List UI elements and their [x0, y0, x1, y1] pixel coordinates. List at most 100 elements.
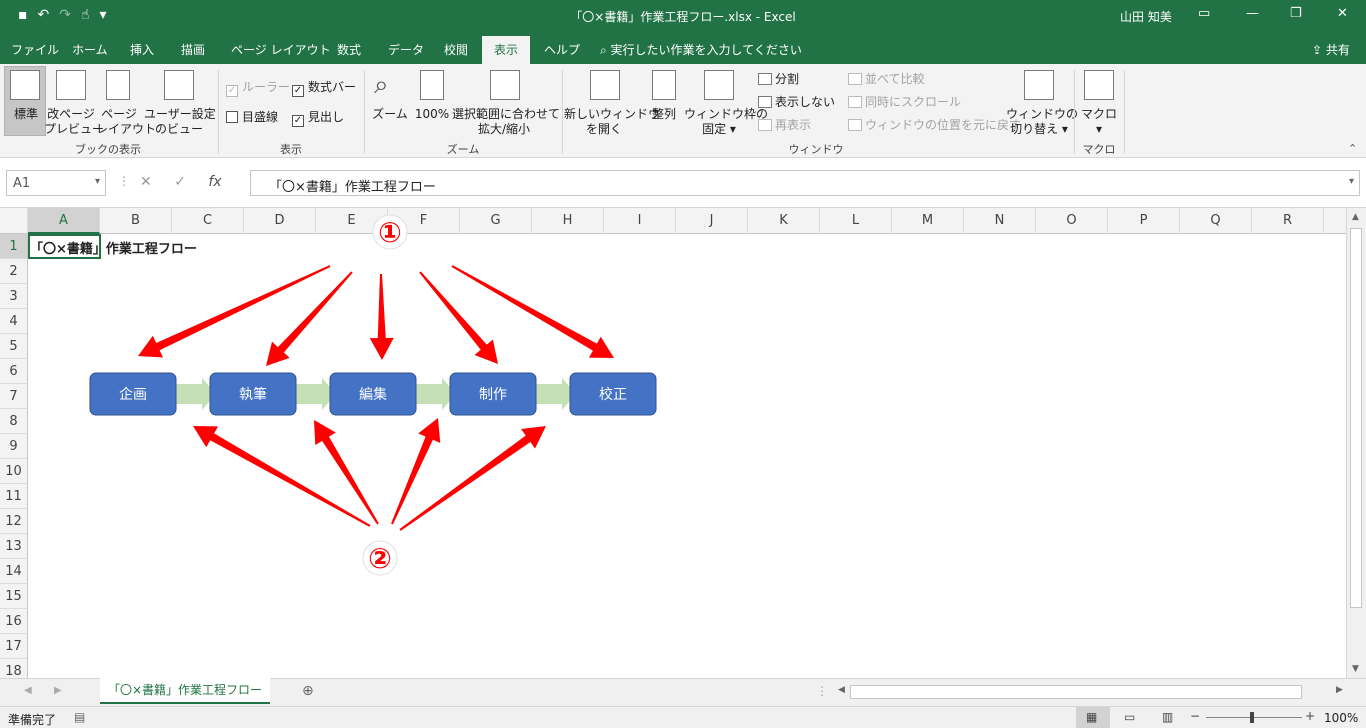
chevron-down-icon[interactable]: ▾: [95, 176, 100, 187]
unhide-window-icon: [758, 119, 772, 131]
flow-step-label: 企画: [119, 386, 147, 403]
user-name[interactable]: 山田 知美: [1120, 8, 1172, 25]
flow-connector-arrow[interactable]: [530, 378, 576, 410]
page-layout-button[interactable]: ページ レイアウト: [96, 107, 156, 137]
share-button[interactable]: ⇪ 共有: [1312, 41, 1350, 58]
flow-step-box[interactable]: 制作: [449, 372, 537, 416]
page-layout-icon: [106, 70, 130, 100]
new-window-button[interactable]: 新しいウィンドウ を開く: [564, 107, 660, 137]
freeze-panes-button[interactable]: ウィンドウ枠の 固定 ▾: [684, 107, 768, 137]
new-window-icon: [590, 70, 620, 100]
reset-window-position-button[interactable]: ウィンドウの位置を元に戻す: [848, 118, 1021, 133]
add-sheet-icon[interactable]: ⊕: [302, 683, 314, 699]
formula-input[interactable]: 「〇×書籍」作業工程フロー: [250, 170, 1360, 196]
ribbon-view: 標準 改ページ プレビュー ページ レイアウト ユーザー設定 のビュー ブックの…: [0, 64, 1366, 158]
hide-button[interactable]: 表示しない: [758, 95, 835, 110]
scroll-down-icon[interactable]: ▼: [1352, 664, 1359, 674]
maximize-icon[interactable]: ❐: [1290, 6, 1302, 21]
reset-position-icon: [848, 119, 862, 131]
switch-windows-icon: [1024, 70, 1054, 100]
page-layout-view-icon[interactable]: ▭: [1124, 710, 1135, 724]
cancel-icon[interactable]: ✕: [140, 174, 152, 190]
minimize-icon[interactable]: —: [1246, 6, 1259, 21]
close-icon[interactable]: ✕: [1337, 6, 1348, 21]
search-icon: ⌕: [600, 43, 611, 57]
unhide-button[interactable]: 再表示: [758, 118, 811, 133]
flow-connector-arrow[interactable]: [290, 378, 336, 410]
zoom-percentage[interactable]: 100%: [1324, 711, 1358, 725]
flow-step-label: 執筆: [239, 387, 267, 403]
tab-home[interactable]: ホーム: [72, 41, 108, 58]
number-callout: ②: [362, 540, 398, 576]
expand-formula-bar-icon[interactable]: ▾: [1349, 176, 1354, 187]
enter-icon[interactable]: ✓: [174, 174, 186, 190]
worksheet-grid[interactable]: ABCDEFGHIJKLMNOPQR 1 2 3 4 5 6 7 8 9 10 11 12 13 14 15…: [0, 208, 1346, 678]
ribbon-display-options-icon[interactable]: ▭: [1198, 6, 1210, 21]
ruler-checkbox[interactable]: ✓ ルーラー: [226, 80, 290, 97]
tab-insert[interactable]: 挿入: [130, 41, 154, 58]
flow-diagram: 企画 執筆 編集 制作 校正 ① ②: [89, 214, 657, 576]
zoom-100-icon: [420, 70, 444, 100]
zoom-to-selection-icon: [490, 70, 520, 100]
scroll-right-icon[interactable]: ▶: [1336, 685, 1343, 695]
flow-step-box[interactable]: 編集: [329, 372, 417, 416]
page-break-view-icon[interactable]: ▥: [1162, 710, 1173, 724]
name-box[interactable]: A1 ▾: [6, 170, 106, 196]
vertical-scrollbar[interactable]: ▲ ▼: [1346, 208, 1366, 678]
zoom-slider-thumb[interactable]: [1250, 712, 1254, 723]
group-zoom: ズーム: [446, 143, 480, 156]
flow-step-box[interactable]: 企画: [89, 372, 177, 416]
tab-page-layout[interactable]: ページ レイアウト: [231, 41, 331, 58]
page-break-preview-button[interactable]: 改ページ プレビュー: [44, 107, 104, 137]
scroll-thumb[interactable]: [1350, 228, 1362, 608]
annotation-arrow: [193, 426, 371, 527]
tab-review[interactable]: 校閲: [444, 41, 468, 58]
zoom-slider-track[interactable]: [1206, 717, 1302, 718]
horizontal-scroll-thumb[interactable]: [850, 685, 1302, 699]
group-show: 表示: [280, 143, 302, 156]
scroll-up-icon[interactable]: ▲: [1352, 212, 1359, 222]
separator: [562, 70, 563, 154]
arrange-all-button[interactable]: 整列: [644, 107, 684, 122]
flow-connector-arrow[interactable]: [170, 378, 216, 410]
gridlines-checkbox[interactable]: 目盛線: [226, 110, 278, 125]
flow-step-box[interactable]: 執筆: [209, 372, 297, 416]
next-sheet-icon[interactable]: ▶: [54, 685, 62, 696]
collapse-ribbon-icon[interactable]: ⌃: [1348, 142, 1357, 155]
annotation-arrow: [369, 273, 394, 360]
annotation-arrow: [314, 420, 379, 525]
custom-views-icon: [164, 70, 194, 100]
macros-button[interactable]: マクロ ▾: [1076, 107, 1122, 137]
ribbon-tabs: ファイル ホーム 挿入 描画 ページ レイアウト 数式 データ 校閲 表示 ヘル…: [0, 32, 1366, 64]
tab-data[interactable]: データ: [388, 41, 424, 58]
tab-formulas[interactable]: 数式: [337, 41, 361, 58]
split-button[interactable]: 分割: [758, 72, 799, 87]
view-side-by-side-button[interactable]: 並べて比較: [848, 72, 925, 87]
sheet-tab[interactable]: 「〇×書籍」作業工程フロー: [100, 678, 270, 704]
zoom-to-selection-button[interactable]: 選択範囲に合わせて 拡大/縮小: [452, 107, 560, 137]
insert-function-icon[interactable]: fx: [208, 174, 221, 190]
macro-record-icon[interactable]: ▤: [74, 710, 85, 724]
annotation-arrow: [451, 265, 614, 358]
flow-step-label: 校正: [599, 386, 627, 403]
flow-step-box[interactable]: 校正: [569, 372, 657, 416]
tab-help[interactable]: ヘルプ: [544, 41, 580, 58]
tab-file[interactable]: ファイル: [11, 41, 59, 58]
zoom-button[interactable]: ズーム: [368, 107, 412, 122]
zoom-100-button[interactable]: 100%: [410, 107, 454, 122]
zoom-out-icon[interactable]: −: [1190, 709, 1200, 723]
switch-windows-button[interactable]: ウィンドウの 切り替え ▾: [1006, 107, 1078, 137]
tab-view[interactable]: 表示: [482, 36, 531, 64]
synchronous-scrolling-button[interactable]: 同時にスクロール: [848, 95, 961, 110]
flow-connector-arrow[interactable]: [410, 378, 456, 410]
zoom-in-icon[interactable]: +: [1305, 709, 1315, 723]
tab-draw[interactable]: 描画: [181, 41, 205, 58]
tell-me-box[interactable]: ⌕ 実行したい作業を入力してください: [600, 41, 802, 58]
prev-sheet-icon[interactable]: ◀: [24, 685, 32, 696]
formula-bar-checkbox[interactable]: ✓ 数式バー: [292, 80, 356, 97]
scroll-left-icon[interactable]: ◀: [838, 685, 845, 695]
headings-checkbox[interactable]: ✓ 見出し: [292, 110, 344, 127]
separator: [1124, 70, 1125, 154]
normal-view-label: 標準: [13, 107, 38, 121]
custom-views-button[interactable]: ユーザー設定 のビュー: [144, 107, 216, 137]
